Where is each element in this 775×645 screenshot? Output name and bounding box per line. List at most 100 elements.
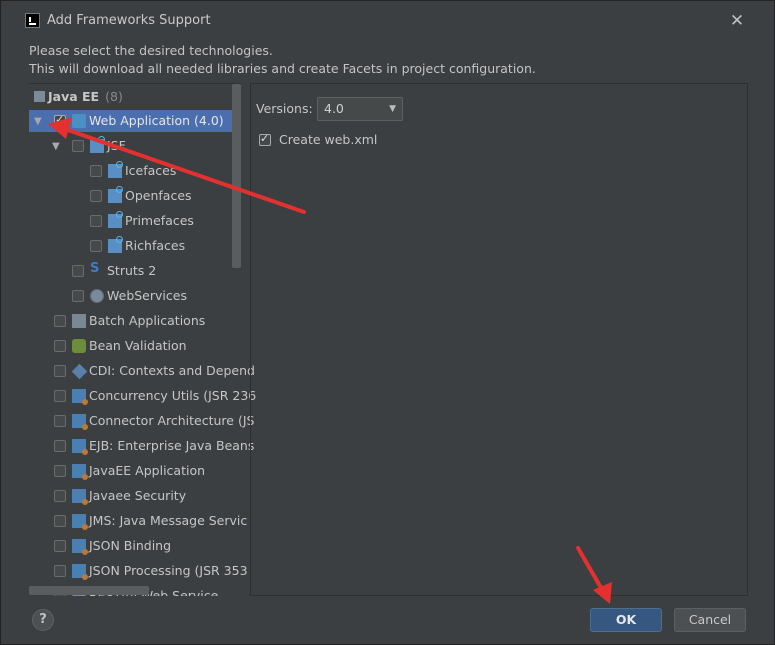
tree-item-label: Icefaces	[125, 163, 177, 178]
checkbox-primefaces[interactable]	[90, 215, 102, 227]
checkbox-jsf[interactable]	[72, 140, 84, 152]
tree-item-cdi[interactable]: CDI: Contexts and Depend	[29, 360, 255, 382]
checkbox-jms[interactable]	[54, 515, 66, 527]
struts-icon: S	[90, 261, 100, 276]
javaee-icon	[72, 414, 88, 430]
settings-panel	[250, 83, 748, 596]
javaee-icon	[72, 539, 88, 555]
tree-item-openfaces[interactable]: Openfaces	[29, 185, 241, 207]
checkbox-ejb[interactable]	[54, 440, 66, 452]
cancel-button[interactable]: Cancel	[674, 608, 746, 632]
tree-item-batch-applications[interactable]: Batch Applications	[29, 310, 241, 332]
checkbox-bean-validation[interactable]	[54, 340, 66, 352]
tree-item-label: Struts 2	[107, 263, 157, 278]
close-button[interactable]: ✕	[728, 12, 746, 30]
tree-item-label: Richfaces	[125, 238, 186, 253]
checkbox-batch-applications[interactable]	[54, 315, 66, 327]
create-webxml-option[interactable]: Create web.xml	[259, 132, 377, 147]
versions-label: Versions:	[256, 101, 313, 116]
tree-item-label: Batch Applications	[89, 313, 206, 328]
javaee-icon	[72, 389, 88, 405]
tree-item-javaee-security[interactable]: Javaee Security	[29, 485, 241, 507]
section-javaee: Java EE (8)	[34, 89, 123, 104]
checkbox-concurrency-utils[interactable]	[54, 390, 66, 402]
section-count: (8)	[105, 89, 123, 104]
tree-item-bean-validation[interactable]: Bean Validation	[29, 335, 241, 357]
tree-item-label: Connector Architecture (JS	[89, 413, 255, 428]
tree-item-label: WebServices	[107, 288, 187, 303]
tree-item-label: Web Application (4.0)	[89, 113, 224, 128]
javaee-section-icon	[34, 91, 45, 102]
expand-arrow-icon[interactable]: ▼	[52, 141, 60, 152]
tree-item-label: Javaee Security	[89, 488, 187, 503]
title-bar: Add Frameworks Support ✕	[0, 0, 775, 40]
checkbox-openfaces[interactable]	[90, 190, 102, 202]
tree-item-json-processing[interactable]: JSON Processing (JSR 353	[29, 560, 248, 582]
tree-item-concurrency-utils[interactable]: Concurrency Utils (JSR 236	[29, 385, 256, 407]
ok-button[interactable]: OK	[590, 608, 662, 632]
tree-item-icefaces[interactable]: Icefaces	[29, 160, 241, 182]
tree-item-jms[interactable]: JMS: Java Message Servic	[29, 510, 247, 532]
tree-item-label: EJB: Enterprise Java Beans	[89, 438, 255, 453]
create-webxml-checkbox[interactable]	[259, 132, 271, 146]
tree-item-webservices[interactable]: WebServices	[29, 285, 241, 307]
checkbox-web-application[interactable]	[54, 113, 66, 127]
checkbox-webservices[interactable]	[72, 290, 84, 302]
tree-item-richfaces[interactable]: Richfaces	[29, 235, 241, 257]
tree-item-label: JSON Processing (JSR 353	[89, 563, 248, 578]
checkbox-connector-architecture[interactable]	[54, 415, 66, 427]
tree-item-label: CDI: Contexts and Depend	[89, 363, 255, 378]
tree-item-javaee-application[interactable]: JavaEE Application	[29, 460, 241, 482]
description-line-2: This will download all needed libraries …	[29, 61, 536, 76]
web-app-icon	[72, 114, 86, 128]
tree-item-label: JSF	[107, 138, 126, 153]
dialog-title: Add Frameworks Support	[47, 13, 211, 28]
intellij-logo-icon	[25, 13, 40, 28]
expand-arrow-icon[interactable]: ▼	[34, 116, 42, 127]
bean-icon	[72, 339, 86, 353]
jsf-icon	[90, 136, 105, 153]
versions-dropdown[interactable]: 4.0 ▼	[317, 97, 403, 121]
folder-icon	[72, 314, 86, 328]
tree-item-label: Openfaces	[125, 188, 192, 203]
tree-vertical-scrollbar[interactable]	[232, 84, 241, 268]
tree-item-web-application[interactable]: ▼ Web Application (4.0)	[29, 110, 241, 132]
versions-value: 4.0	[324, 101, 344, 116]
javaee-icon	[72, 439, 88, 455]
tree-item-label: Concurrency Utils (JSR 236	[89, 388, 257, 403]
checkbox-javaee-security[interactable]	[54, 490, 66, 502]
checkbox-cdi[interactable]	[54, 365, 66, 377]
globe-icon	[90, 289, 104, 303]
checkbox-json-processing[interactable]	[54, 565, 66, 577]
tree-item-ejb[interactable]: EJB: Enterprise Java Beans	[29, 435, 254, 457]
description-line-1: Please select the desired technologies.	[29, 43, 273, 58]
tree-item-label: JavaEE Application	[89, 463, 206, 478]
tree-item-struts2[interactable]: S Struts 2	[29, 260, 241, 282]
jsf-icon	[108, 161, 123, 178]
javaee-icon	[72, 514, 88, 530]
tree-item-json-binding[interactable]: JSON Binding	[29, 535, 241, 557]
tree-item-jsf[interactable]: ▼ JSF	[29, 135, 241, 157]
help-button[interactable]: ?	[32, 609, 54, 631]
javaee-icon	[72, 564, 88, 580]
checkbox-icefaces[interactable]	[90, 165, 102, 177]
tree-item-label: JMS: Java Message Servic	[89, 513, 248, 528]
checkbox-json-binding[interactable]	[54, 540, 66, 552]
checkbox-javaee-application[interactable]	[54, 465, 66, 477]
jsf-icon	[108, 211, 123, 228]
section-label: Java EE	[48, 89, 100, 104]
tree-item-connector-architecture[interactable]: Connector Architecture (JS	[29, 410, 254, 432]
tree-item-label: JSON Binding	[89, 538, 172, 553]
create-webxml-label: Create web.xml	[279, 132, 378, 147]
javaee-icon	[72, 464, 88, 480]
tree-item-primefaces[interactable]: Primefaces	[29, 210, 241, 232]
tree-item-label: Primefaces	[125, 213, 194, 228]
cdi-icon	[71, 363, 88, 380]
tree-item-label: Bean Validation	[89, 338, 187, 353]
jsf-icon	[108, 186, 123, 203]
checkbox-struts2[interactable]	[72, 265, 84, 277]
checkbox-richfaces[interactable]	[90, 240, 102, 252]
tree-horizontal-scrollbar[interactable]	[29, 586, 149, 595]
jsf-icon	[108, 236, 123, 253]
javaee-icon	[72, 489, 88, 505]
